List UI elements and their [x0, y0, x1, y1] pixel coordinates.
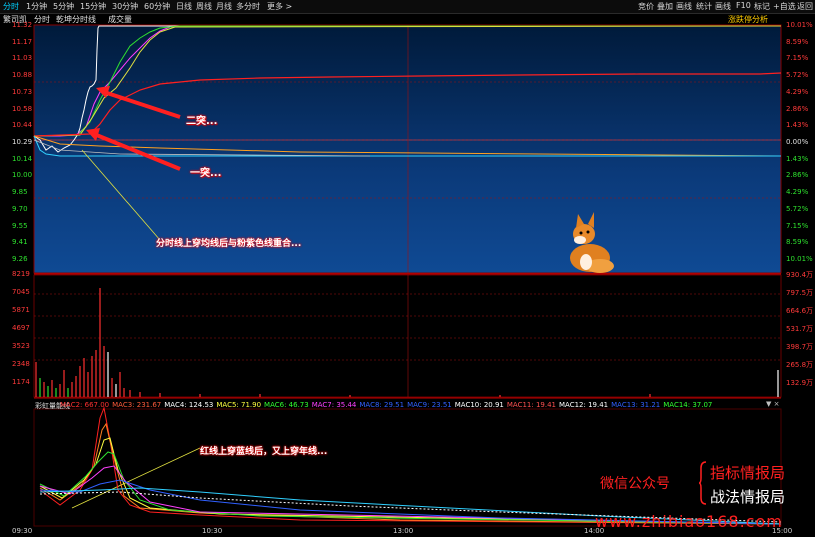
mac-legend-item: MAC4: 124.53: [164, 401, 214, 409]
annotation-arrows: [71, 86, 201, 509]
fox-icon: [570, 212, 614, 273]
annotation-cross-note: 分时线上穿均线后与粉紫色线重合...: [156, 239, 302, 249]
mac-legend-item: MAC10: 20.91: [454, 401, 504, 409]
mac-legend: MAC2: 667.00 MAC3: 231.67 MAC4: 124.53 MAC5…: [60, 401, 715, 411]
time-axis-label: 13:00: [393, 527, 414, 535]
mac-lines: [39, 406, 782, 525]
mac-legend-item: MAC8: 29.51: [359, 401, 405, 409]
time-axis-label: 09:30: [12, 527, 33, 535]
chart-svg: [33, 24, 782, 527]
volume-frame: [33, 274, 782, 398]
mac-legend-item: MAC3: 231.67: [112, 401, 162, 409]
mac-legend-item: MAC12: 19.41: [558, 401, 609, 409]
grey-line: [33, 139, 371, 157]
mac-legend-item: MAC9: 23.51: [407, 401, 452, 409]
time-axis-label: 14:00: [584, 527, 605, 535]
avg-line: [33, 135, 782, 157]
mac-legend-item: MAC7: 35.44: [311, 401, 357, 409]
annotation-mac-note: 红线上穿蓝线后，又上穿年线...: [200, 447, 328, 457]
watermark-brand2: 战法情报局: [710, 488, 786, 506]
watermark-url: www.zhibiao168.com: [595, 512, 783, 531]
annotation-second-break: 二突...: [186, 116, 218, 127]
time-axis-label: 10:30: [202, 527, 223, 535]
mac-legend-item: MAC11: 19.41: [506, 401, 556, 409]
mac-dropdown-icon[interactable]: ▼ ×: [766, 400, 779, 408]
brace-icon: [698, 461, 707, 505]
time-axis-label: 15:00: [772, 527, 793, 535]
purple-line: [34, 25, 781, 137]
annotation-first-break: 一突...: [190, 168, 222, 179]
watermark-brand1: 指标情报局: [710, 464, 786, 482]
mac-legend-item: MAC14: 37.07: [663, 401, 713, 409]
mac-legend-item: MAC2: 667.00: [60, 401, 110, 409]
watermark-wechat: 微信公众号: [600, 476, 670, 492]
volume-bars: [35, 288, 779, 397]
mac-legend-item: MAC13: 31.21: [611, 401, 661, 409]
mac-legend-item: MAC6: 46.73: [264, 401, 309, 409]
mac-legend-item: MAC5: 71.90: [216, 401, 262, 409]
